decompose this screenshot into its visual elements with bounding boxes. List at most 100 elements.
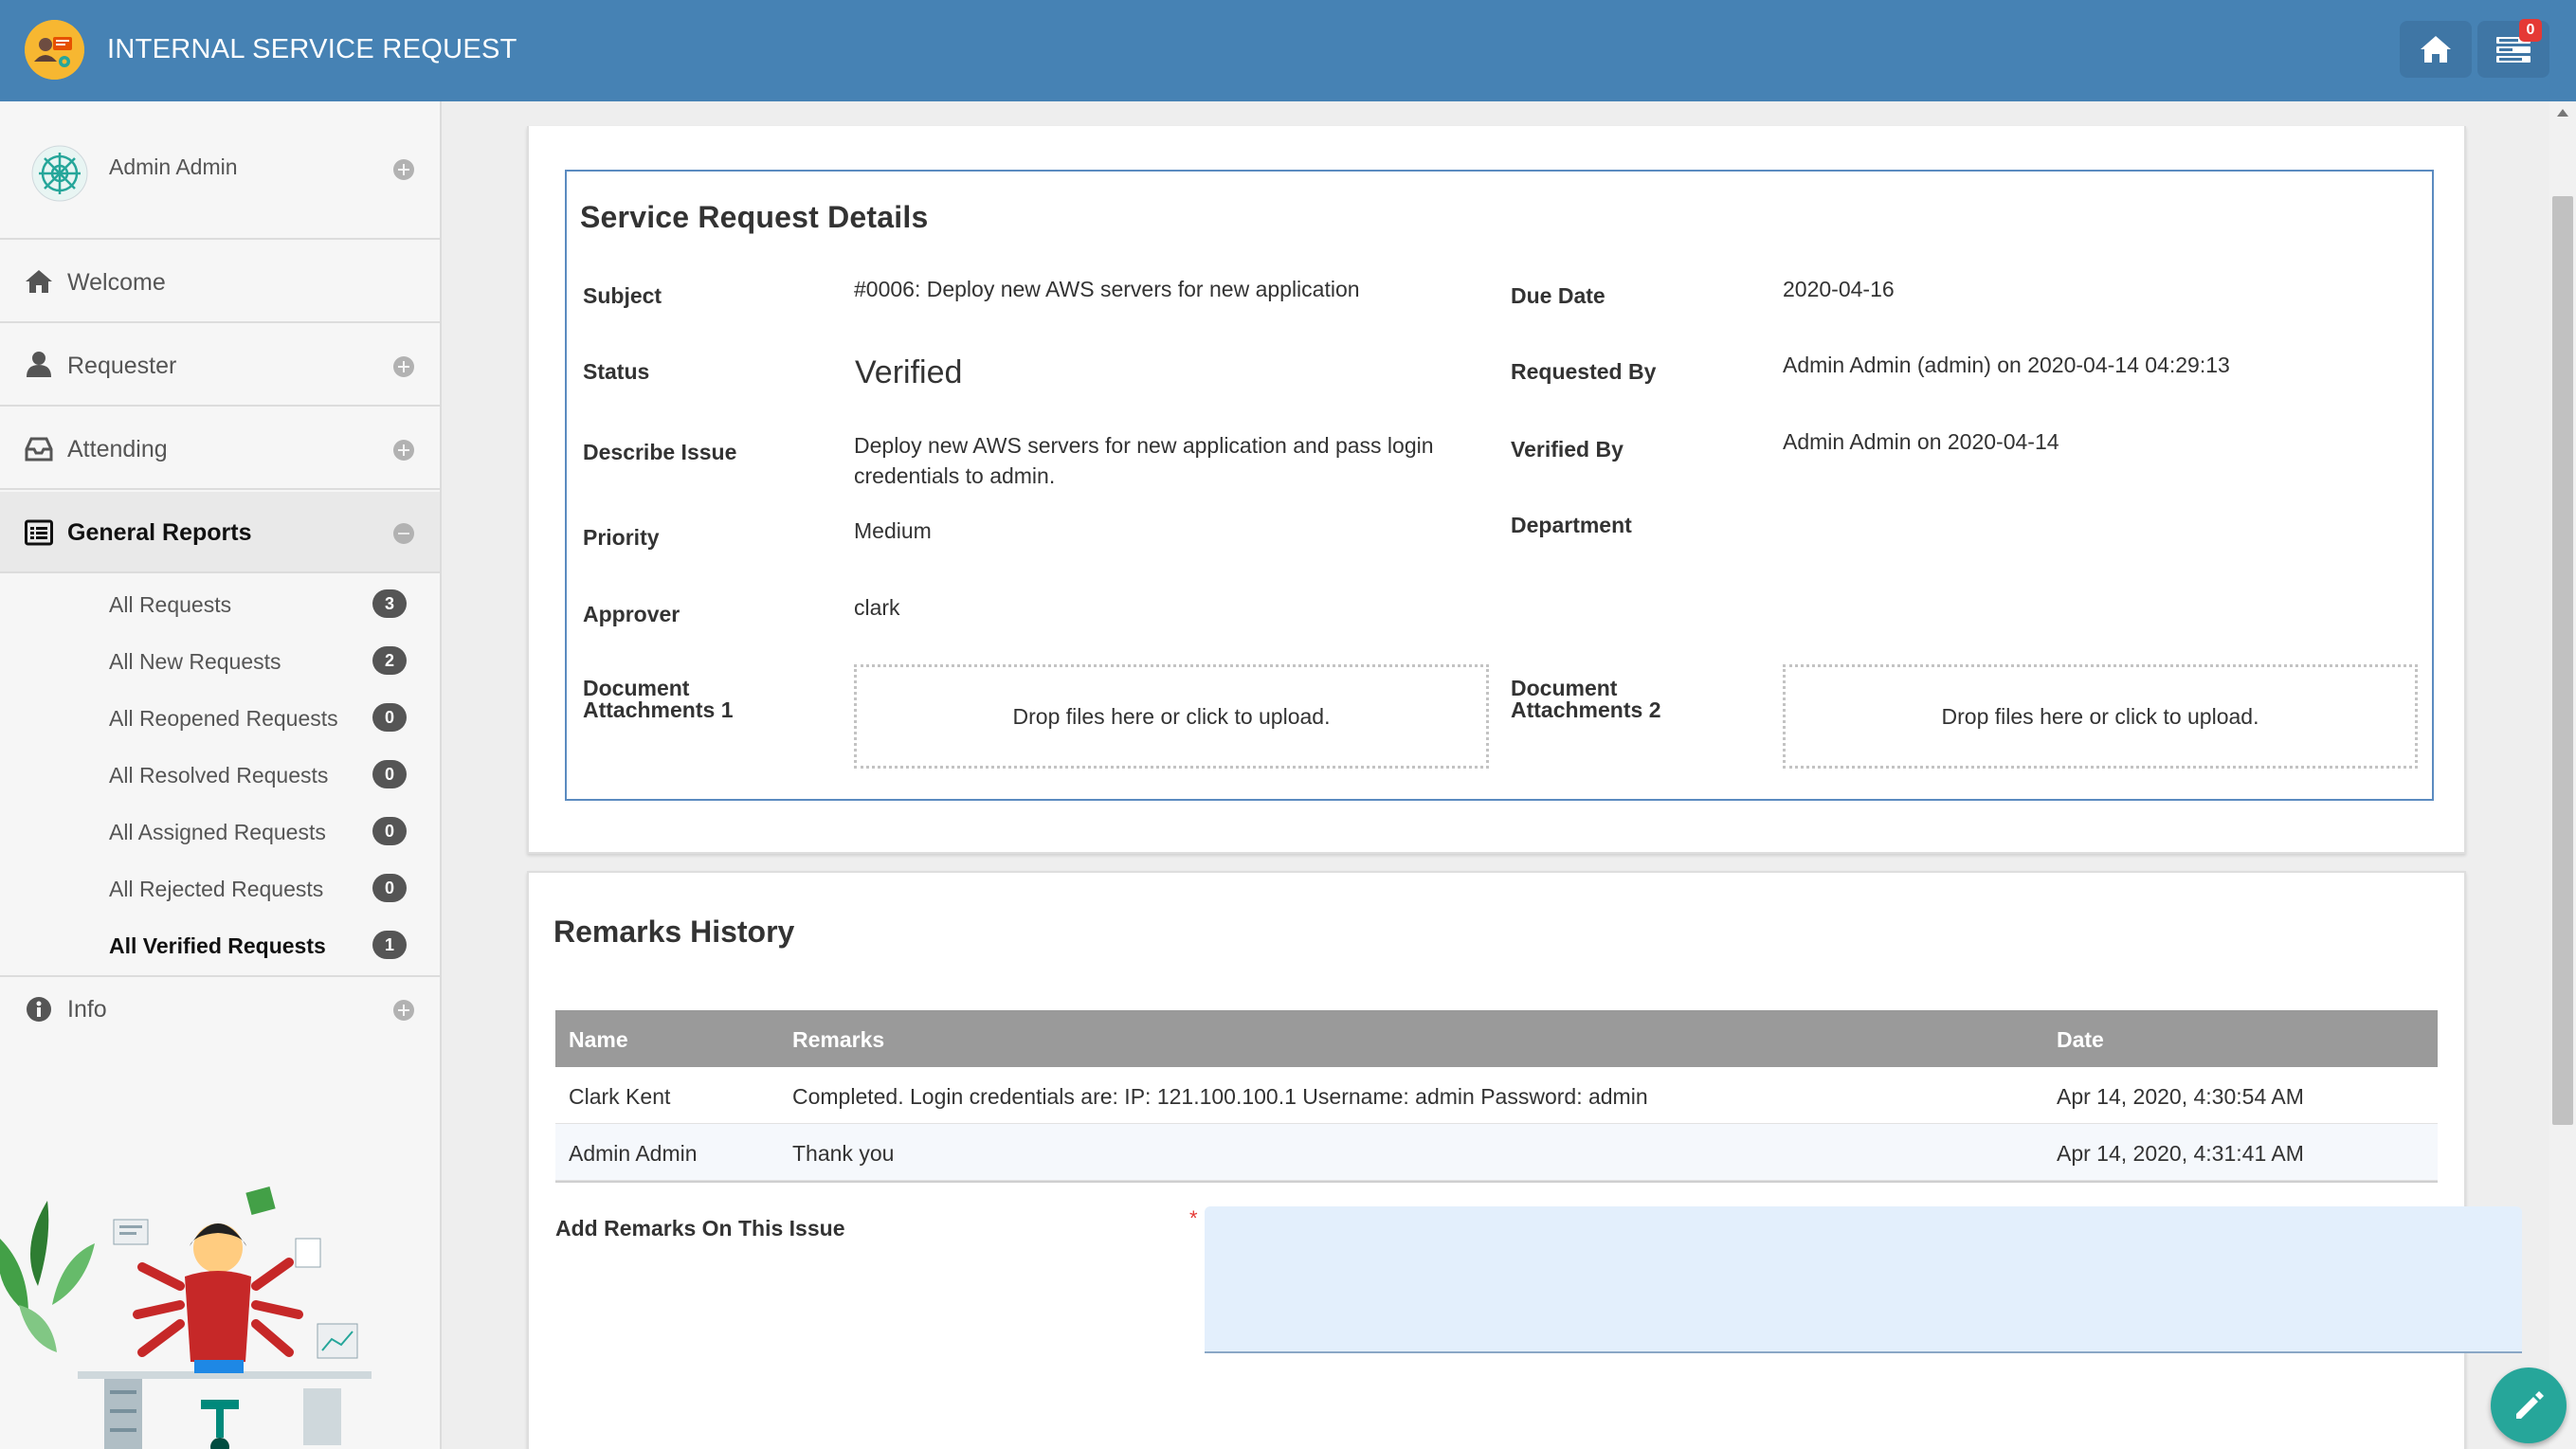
requested-by-value: Admin Admin (admin) on 2020-04-14 04:29:… [1783,353,2230,377]
table-row: Clark Kent Completed. Login credentials … [555,1067,2438,1124]
sidebar-item-general-reports[interactable]: General Reports [0,492,440,573]
count-badge: 0 [372,760,407,788]
count-badge: 1 [372,931,407,959]
expand-plus-icon[interactable] [393,1000,414,1021]
label-line: Attachments 2 [1511,697,1661,722]
count-badge: 0 [372,874,407,902]
inbox-icon [25,437,53,462]
sidebar-item-label: Welcome [67,269,166,296]
app-title: INTERNAL SERVICE REQUEST [107,34,517,64]
sidebar-item-label: Info [67,996,107,1023]
document-attachments-1-label: Document Attachments 1 [583,678,733,721]
submenu-item[interactable]: All Reopened Requests 0 [0,689,440,746]
cell-date: Apr 14, 2020, 4:30:54 AM [2057,1084,2304,1109]
upload-dropzone-2[interactable]: Drop files here or click to upload. [1783,664,2418,769]
status-value: Verified [855,354,963,390]
submenu-item[interactable]: All Requests 3 [0,575,440,632]
expand-plus-icon[interactable] [393,440,414,461]
column-header-remarks[interactable]: Remarks [792,1027,884,1053]
submenu-item-label: All Resolved Requests [109,763,329,788]
sidebar-item-label: Requester [67,353,177,379]
list-icon [25,519,53,546]
submenu-item-label: All Reopened Requests [109,706,338,731]
sidebar-item-info[interactable]: Info [0,975,440,1057]
cell-remarks: Completed. Login credentials are: IP: 12… [792,1084,1648,1109]
submenu-item[interactable]: All Resolved Requests 0 [0,746,440,803]
remarks-card: Remarks History Name Remarks Date Clark … [527,871,2522,1449]
scrollbar-thumb[interactable] [2552,196,2573,1125]
table-row: Admin Admin Thank you Apr 14, 2020, 4:31… [555,1124,2438,1181]
due-date-value: 2020-04-16 [1783,277,1895,301]
submenu-item[interactable]: All Rejected Requests 0 [0,860,440,916]
upload-dropzone-1[interactable]: Drop files here or click to upload. [854,664,1489,769]
describe-issue-label: Describe Issue [583,440,737,464]
submenu-item[interactable]: All Assigned Requests 0 [0,803,440,860]
approver-value: clark [854,595,900,620]
table-header: Name Remarks Date [555,1010,2438,1067]
submenu-item-current[interactable]: All Verified Requests 1 [0,916,440,973]
cell-remarks: Thank you [792,1141,895,1166]
submenu-item-label: All Requests [109,592,232,617]
sidebar: Admin Admin Welcome Requester Attending [0,101,442,1449]
requested-by-label: Requested By [1511,359,1657,384]
remarks-textarea[interactable] [1205,1206,2522,1353]
cell-date: Apr 14, 2020, 4:31:41 AM [2057,1141,2304,1166]
remarks-table: Name Remarks Date Clark Kent Completed. … [555,1010,2438,1183]
count-badge: 0 [372,817,407,845]
remarks-title: Remarks History [553,915,795,949]
count-badge: 2 [372,646,407,675]
pencil-icon [2516,1391,2544,1419]
submenu-item-label: All Assigned Requests [109,820,326,844]
label-line: Attachments 1 [583,697,734,722]
sidebar-item-label: Attending [67,436,168,462]
submenu-item-label: All Rejected Requests [109,877,324,901]
home-button[interactable] [2400,21,2472,78]
priority-label: Priority [583,525,660,550]
column-header-date[interactable]: Date [2057,1027,2104,1053]
sidebar-item-welcome[interactable]: Welcome [0,242,440,323]
cell-name: Clark Kent [569,1084,671,1109]
app-logo [25,20,84,80]
details-card: Service Request Details Subject #0006: D… [527,126,2466,854]
verified-by-label: Verified By [1511,437,1624,462]
info-icon [27,997,51,1022]
approver-label: Approver [583,602,680,626]
count-badge: 3 [372,589,407,618]
details-title: Service Request Details [580,200,929,234]
table-divider [555,1181,2438,1183]
subject-label: Subject [583,283,662,308]
verified-by-value: Admin Admin on 2020-04-14 [1783,429,2059,454]
describe-issue-line-1: Deploy new AWS servers for new applicati… [854,433,1434,458]
due-date-label: Due Date [1511,283,1605,308]
scroll-up-arrow-icon[interactable] [2557,109,2568,117]
sidebar-item-label: General Reports [67,519,252,546]
department-label: Department [1511,513,1632,537]
main-content: Service Request Details Subject #0006: D… [444,101,2547,1449]
home-icon [26,270,52,293]
add-remarks-label: Add Remarks On This Issue [555,1216,845,1241]
expand-plus-icon[interactable] [393,356,414,377]
collapse-minus-icon[interactable] [393,523,414,544]
column-header-name[interactable]: Name [569,1027,628,1053]
submenu-item-label: All Verified Requests [109,933,326,958]
submenu-item[interactable]: All New Requests 2 [0,632,440,689]
profile-name: Admin Admin [109,154,238,179]
edit-fab-button[interactable] [2491,1367,2567,1443]
user-icon [27,352,51,377]
multitasking-woman-illustration [0,1186,372,1449]
notification-badge: 0 [2519,19,2542,42]
sidebar-item-requester[interactable]: Requester [0,325,440,407]
describe-issue-line-2: credentials to admin. [854,463,1056,488]
count-badge: 0 [372,703,407,732]
document-attachments-2-label: Document Attachments 2 [1511,678,1660,721]
status-label: Status [583,359,650,384]
page-scrollbar[interactable] [2549,101,2576,1449]
sidebar-item-attending[interactable]: Attending [0,408,440,490]
required-marker: * [1189,1206,1198,1230]
user-profile[interactable]: Admin Admin [0,101,440,240]
priority-value: Medium [854,518,932,543]
app-header: INTERNAL SERVICE REQUEST 0 [0,0,2576,101]
tasks-button[interactable]: 0 [2477,19,2549,78]
expand-plus-icon[interactable] [393,159,414,180]
submenu-item-label: All New Requests [109,649,281,674]
